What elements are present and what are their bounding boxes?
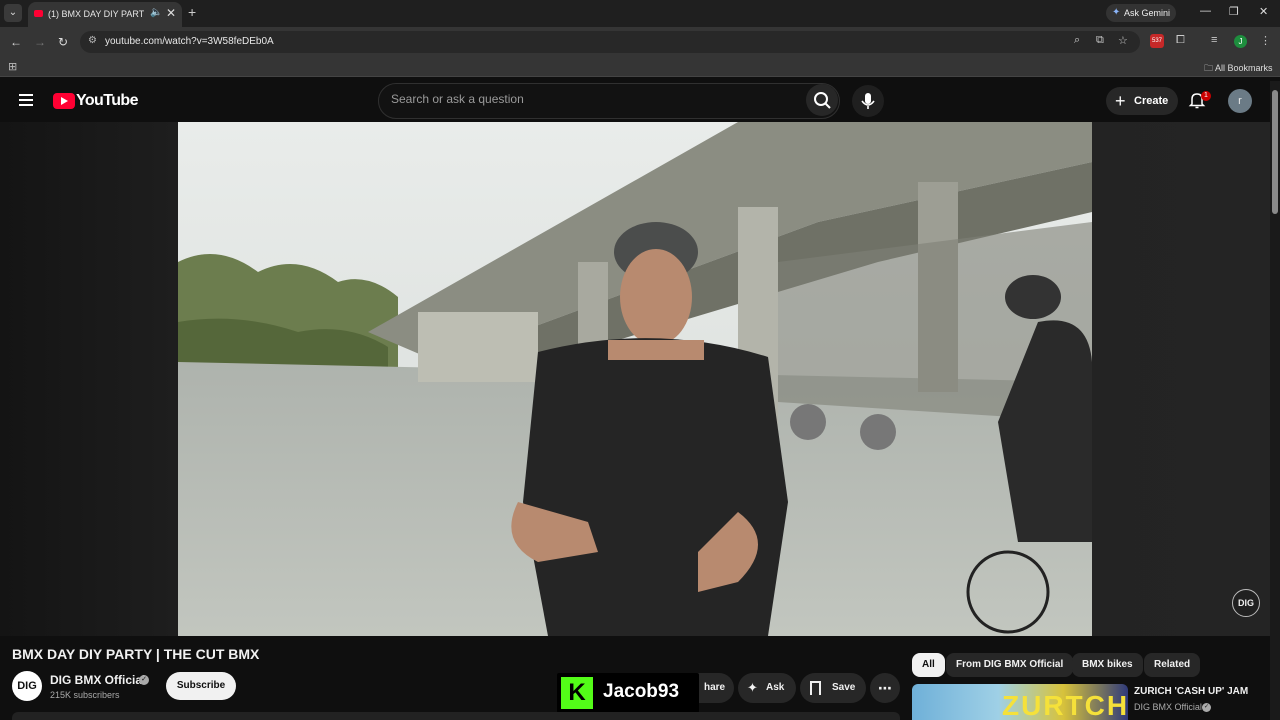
forward-icon[interactable]: → [34, 35, 46, 49]
minimize-icon[interactable]: — [1200, 5, 1211, 17]
search-box[interactable] [378, 83, 840, 119]
share-label: hare [704, 682, 726, 693]
youtube-logo-text[interactable]: YouTube [76, 92, 138, 110]
overlay-username: Jacob93 [603, 681, 680, 702]
recommendation-channel[interactable]: DIG BMX Official [1134, 702, 1202, 712]
bookmark-icon [810, 681, 821, 695]
window-close-icon[interactable]: ✕ [1259, 5, 1268, 18]
youtube-masthead: YouTube [0, 81, 1270, 122]
voice-search-button[interactable] [852, 85, 884, 117]
channel-name[interactable]: DIG BMX Official [50, 673, 145, 687]
verified-check-icon: ✓ [139, 675, 149, 685]
create-button[interactable]: + Create [1106, 87, 1178, 115]
save-label: Save [832, 682, 856, 693]
browser-tab[interactable]: (1) BMX DAY DIY PARTY | THE CUT BMX - Yo… [28, 2, 182, 27]
gemini-icon: ✦ [1112, 7, 1121, 18]
url-text[interactable]: youtube.com/watch?v=3W58feDEb0A [105, 36, 274, 47]
kick-logo-icon: K [561, 677, 593, 709]
bookmark-star-icon[interactable]: ☆ [1118, 34, 1128, 47]
tab-close-icon[interactable]: ✕ [166, 6, 176, 20]
apps-grid-icon[interactable]: ⊞ [8, 60, 17, 73]
channel-watermark[interactable]: DIG [1232, 589, 1260, 617]
scrollbar-thumb[interactable] [1272, 90, 1278, 214]
video-title: BMX DAY DIY PARTY | THE CUT BMX [12, 646, 260, 662]
all-bookmarks[interactable]: 🗀 All Bookmarks [1204, 61, 1273, 77]
audio-playing-icon[interactable]: 🔈 [150, 7, 162, 18]
verified-check-icon: ✓ [1202, 703, 1211, 712]
thumbnail-text: ZURTCH [1002, 690, 1128, 720]
account-avatar[interactable]: r [1228, 89, 1252, 113]
browser-tabstrip: ⌄ (1) BMX DAY DIY PARTY | THE CUT BMX - … [0, 0, 1280, 27]
description-box[interactable] [12, 712, 900, 720]
tab-title: (1) BMX DAY DIY PARTY | THE CUT BMX - Yo… [48, 9, 144, 19]
plus-icon: + [1115, 91, 1126, 111]
save-button[interactable]: Save [800, 673, 866, 703]
search-icon [814, 92, 831, 109]
back-icon[interactable]: ← [10, 35, 22, 49]
address-toolbar: ← → ↻ ⚙ youtube.com/watch?v=3W58feDEb0A … [0, 27, 1280, 57]
all-bookmarks-label: All Bookmarks [1215, 63, 1273, 73]
search-input[interactable] [391, 92, 791, 106]
reload-icon[interactable]: ↻ [58, 35, 68, 49]
omnibox[interactable]: ⚙ youtube.com/watch?v=3W58feDEb0A [80, 31, 1140, 53]
subscribe-button[interactable]: Subscribe [166, 672, 236, 700]
browser-profile-avatar[interactable]: J [1234, 35, 1247, 48]
search-button[interactable] [806, 84, 838, 116]
new-tab-icon[interactable]: + [188, 4, 196, 20]
ask-button[interactable]: ✦ Ask [738, 673, 796, 703]
chip-bmx-bikes[interactable]: BMX bikes [1072, 653, 1143, 677]
site-info-icon[interactable]: ⚙ [88, 35, 97, 46]
ask-label: Ask [766, 682, 785, 693]
maximize-icon[interactable]: ❐ [1229, 5, 1239, 18]
chip-from-channel[interactable]: From DIG BMX Official [946, 653, 1074, 677]
tab-search-icon[interactable]: ⌄ [4, 4, 22, 22]
youtube-logo-icon[interactable] [53, 93, 75, 109]
video-player[interactable] [178, 122, 1092, 636]
subscriber-count: 215K subscribers [50, 690, 120, 700]
bookmarks-bar: ⊞ 🗀 All Bookmarks [0, 57, 1280, 77]
sparkle-icon: ✦ [747, 680, 758, 695]
install-app-icon[interactable]: ⧉ [1096, 34, 1104, 47]
recommendation-thumbnail[interactable]: ZURTCH [912, 684, 1128, 720]
guide-menu-icon[interactable] [19, 94, 33, 106]
youtube-favicon-icon [34, 10, 43, 17]
recommendation-title[interactable]: ZURICH 'CASH UP' JAM [1134, 686, 1248, 697]
extension-badge[interactable]: 537 [1150, 34, 1164, 48]
chip-all[interactable]: All [912, 653, 945, 677]
channel-avatar[interactable]: DIG [12, 671, 42, 701]
ask-gemini-label: Ask Gemini [1124, 8, 1171, 18]
media-control-icon[interactable]: ≡ [1211, 34, 1217, 46]
ask-gemini-button[interactable]: ✦ Ask Gemini [1106, 4, 1176, 22]
create-label: Create [1134, 95, 1169, 107]
stream-overlay-badge: K Jacob93 [557, 673, 699, 713]
more-actions-button[interactable]: ⋯ [870, 673, 900, 703]
notification-count-badge: 1 [1201, 91, 1211, 101]
extensions-icon[interactable]: ⧠ [1176, 34, 1185, 47]
zoom-icon[interactable]: ⌕ [1074, 34, 1080, 47]
chrome-menu-icon[interactable]: ⋮ [1260, 34, 1271, 47]
microphone-icon [861, 93, 875, 109]
video-frame [178, 122, 1092, 636]
chip-related[interactable]: Related [1144, 653, 1201, 677]
